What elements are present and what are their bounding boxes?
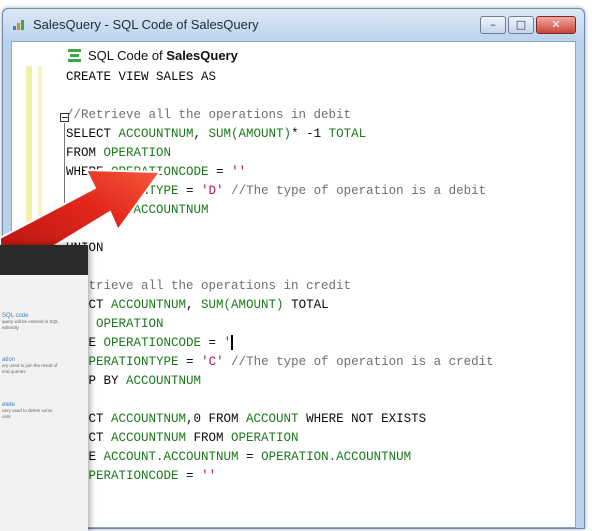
maximize-icon: □: [515, 18, 527, 31]
editor-header-prefix: SQL Code of: [88, 47, 167, 63]
window-title: SalesQuery - SQL Code of SalesQuery: [33, 17, 259, 32]
text-cursor: [231, 335, 234, 351]
operation-type-popup: SQL code query will be entered in SQL ed…: [0, 245, 88, 531]
sql-document-icon: [67, 48, 82, 62]
code-token: =: [178, 355, 202, 369]
code-token: '': [231, 165, 247, 179]
code-line[interactable]: RE OPERATIONCODE = ': [66, 334, 569, 353]
close-icon: ✕: [551, 18, 561, 31]
code-line[interactable]: UP BY ACCOUNTNUM: [66, 372, 569, 391]
window-titlebar[interactable]: SalesQuery - SQL Code of SalesQuery – □ …: [3, 9, 584, 41]
code-line[interactable]: OPERATIONCODE = '': [66, 467, 569, 486]
code-token: * -1: [291, 127, 329, 141]
code-line[interactable]: ECT ACCOUNTNUM FROM OPERATION: [66, 429, 569, 448]
code-line[interactable]: ECT ACCOUNTNUM,0 FROM ACCOUNT WHERE NOT …: [66, 410, 569, 429]
minimize-button[interactable]: –: [480, 16, 506, 34]
code-token: OPERATIONCODE: [81, 469, 179, 483]
code-token: SUM(AMOUNT): [201, 298, 284, 312]
code-token: '': [201, 469, 217, 483]
code-token: FROM: [186, 431, 232, 445]
editor-header-label: SQL Code of SalesQuery: [88, 48, 238, 63]
popup-header-bar: [0, 245, 88, 275]
code-line[interactable]: OPERATIONTYPE = 'C' //The type of operat…: [66, 353, 569, 372]
popup-item-desc: query will be entered in SQL edirectly: [2, 319, 59, 330]
maximize-button[interactable]: □: [508, 16, 534, 34]
minimize-icon: –: [490, 18, 496, 31]
code-token: OPERATION: [96, 317, 164, 331]
code-token: ,0 FROM: [186, 412, 247, 426]
code-token: CREATE VIEW SALES AS: [66, 70, 217, 84]
code-token: ACCOUNT.ACCOUNTNUM: [103, 450, 239, 464]
code-line[interactable]: M OPERATION: [66, 315, 569, 334]
code-line[interactable]: RE ACCOUNT.ACCOUNTNUM = OPERATION.ACCOUN…: [66, 448, 569, 467]
code-token: TOTAL: [283, 298, 329, 312]
code-token: OPERATIONTYPE: [81, 355, 179, 369]
code-token: ': [223, 336, 232, 350]
code-token: //The type of operation is a credit: [223, 355, 494, 369]
popup-item-desc: uery used to delete some ords: [2, 408, 53, 419]
code-token: OPERATION.ACCOUNTNUM: [261, 450, 412, 464]
code-line[interactable]: [66, 87, 569, 106]
editor-header-query-name: SalesQuery: [166, 47, 238, 63]
code-line[interactable]: ECT ACCOUNTNUM, SUM(AMOUNT) TOTAL: [66, 296, 569, 315]
window-controls: – □ ✕: [480, 16, 576, 34]
code-token: =: [238, 450, 262, 464]
code-line[interactable]: CREATE VIEW SALES AS: [66, 68, 569, 87]
code-token: ACCOUNTNUM: [126, 374, 202, 388]
close-button[interactable]: ✕: [536, 16, 576, 34]
code-token: ACCOUNTNUM: [111, 298, 187, 312]
code-token: //The type of operation is a debit: [223, 184, 487, 198]
code-token: 'C': [201, 355, 224, 369]
code-line[interactable]: [66, 391, 569, 410]
code-token: //Retrieve all the operations in debit: [66, 108, 352, 122]
code-token: WHERE NOT EXISTS: [298, 412, 427, 426]
query-app-icon: [13, 20, 24, 30]
code-line[interactable]: //Retrieve all the operations in debit: [66, 106, 569, 125]
code-token: ,: [186, 298, 202, 312]
code-token: =: [178, 469, 202, 483]
code-token: TOTAL: [328, 127, 367, 141]
code-editor-pane[interactable]: SQL Code of SalesQuery CREATE VIEW SALES…: [11, 41, 576, 528]
code-token: ACCOUNT: [246, 412, 299, 426]
code-token: OPERATIONCODE: [103, 336, 202, 350]
code-token: =: [201, 336, 224, 350]
editor-header: SQL Code of SalesQuery: [67, 46, 238, 64]
popup-item-union[interactable]: ation ery used to join the result of era…: [2, 357, 84, 375]
popup-item-desc: ery used to join the result of eral quer…: [2, 363, 58, 374]
popup-item-sql-code[interactable]: SQL code query will be entered in SQL ed…: [2, 313, 84, 331]
code-token: ACCOUNTNUM: [111, 412, 187, 426]
popup-item-delete[interactable]: elete uery used to delete some ords: [2, 402, 84, 420]
code-token: ACCOUNTNUM: [111, 431, 187, 445]
code-token: OPERATION: [231, 431, 299, 445]
code-token: etrieve all the operations in credit: [66, 279, 352, 293]
